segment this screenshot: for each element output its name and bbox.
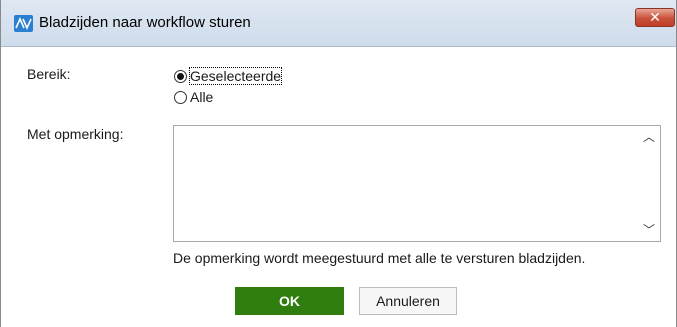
av-logo-icon — [14, 15, 33, 32]
range-label: Bereik: — [27, 66, 71, 82]
radio-all-indicator[interactable] — [174, 90, 187, 104]
radio-selected-indicator[interactable] — [174, 69, 187, 83]
close-icon: ✕ — [649, 9, 661, 25]
remark-label: Met opmerking: — [27, 126, 124, 142]
radio-all[interactable]: Alle — [174, 88, 213, 106]
scroll-down-icon[interactable]: ﹀ — [642, 223, 656, 237]
ok-button[interactable]: OK — [235, 287, 344, 315]
remark-hint: De opmerking wordt meegestuurd met alle … — [173, 250, 586, 266]
cancel-button[interactable]: Annuleren — [359, 287, 457, 315]
scroll-up-icon[interactable]: ︿ — [642, 130, 656, 144]
radio-selected[interactable]: Geselecteerde — [174, 67, 283, 85]
radio-selected-label[interactable]: Geselecteerde — [188, 67, 283, 85]
radio-all-label[interactable]: Alle — [190, 89, 213, 105]
window-title: Bladzijden naar workflow sturen — [39, 14, 251, 31]
remark-textarea[interactable]: ︿ ﹀ — [173, 125, 661, 242]
title-bar: Bladzijden naar workflow sturen ✕ — [1, 0, 676, 47]
close-button[interactable]: ✕ — [635, 8, 675, 27]
send-pages-dialog: Bladzijden naar workflow sturen ✕ Bereik… — [0, 0, 677, 327]
